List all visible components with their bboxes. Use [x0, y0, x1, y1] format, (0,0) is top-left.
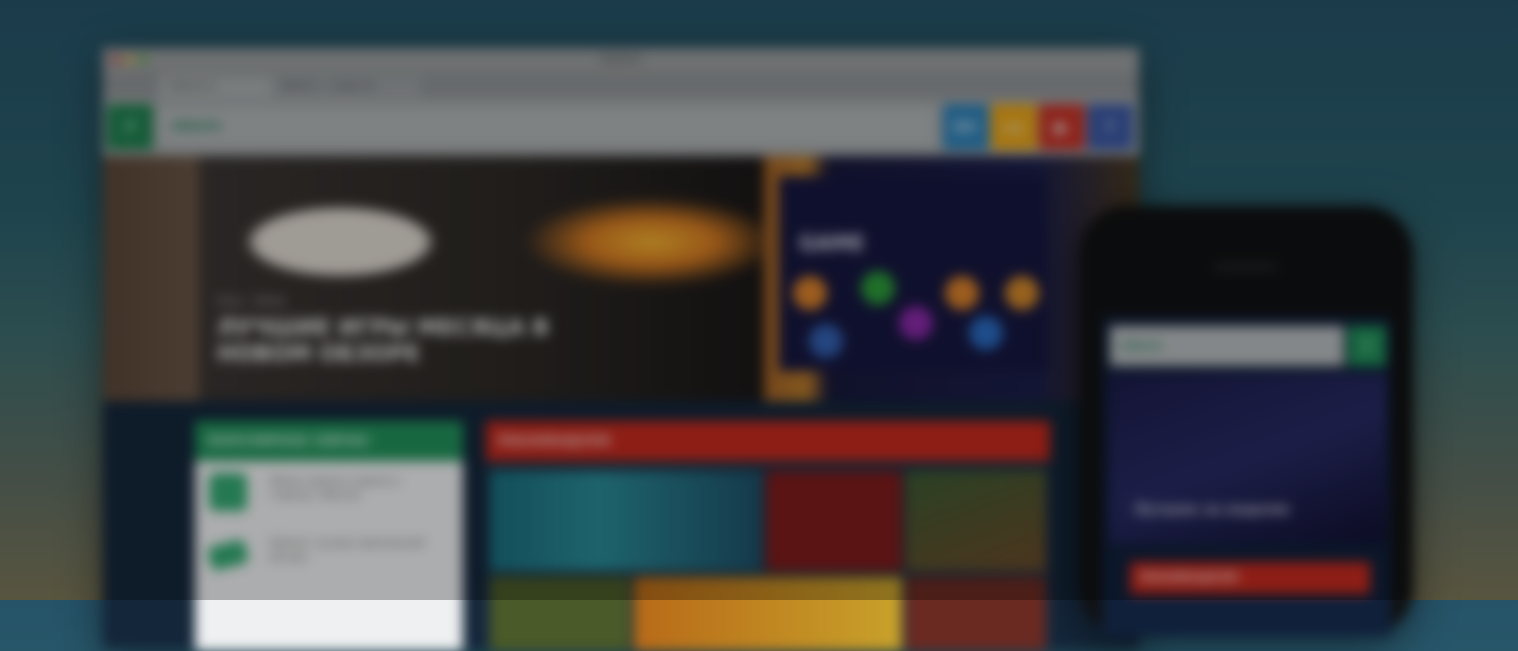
hero-banner: Игры · Обзор Лучшие игры месяца в новом …: [103, 156, 1139, 401]
window-title: SIBERIO: [598, 53, 644, 66]
youtube-icon: ▶: [1055, 116, 1069, 138]
lightning-icon: ⚡: [122, 114, 138, 140]
browser-tab-2[interactable]: Siberio — новости: [271, 76, 421, 98]
vk-icon: ВК: [953, 116, 979, 138]
featured-card[interactable]: [490, 577, 630, 651]
phone-screen: siberio ⚡ Лучшее за неделю РЕКОМЕНДУЕМ: [1102, 316, 1391, 636]
featured-card[interactable]: [766, 471, 902, 571]
featured-card[interactable]: [490, 471, 762, 571]
mobile-logo-button[interactable]: ⚡: [1348, 326, 1386, 366]
hero-side-title: GAME: [799, 231, 865, 255]
trending-widget: ПОПУЛЯРНОЕ СЕЙЧАС Обзор новинок недели и…: [195, 421, 463, 651]
tab-bar: siberio.ru Siberio — новости: [103, 72, 1139, 98]
article-thumbnail: [206, 538, 250, 572]
trending-header: ПОПУЛЯРНОЕ СЕЙЧАС: [195, 421, 463, 461]
search-brand-text: siberio: [171, 119, 222, 134]
site-logo-button[interactable]: ⚡: [107, 104, 153, 150]
facebook-button[interactable]: f: [1087, 104, 1133, 150]
hero-main-story[interactable]: Игры · Обзор Лучшие игры месяца в новом …: [199, 156, 764, 401]
window-titlebar: SIBERIO: [103, 48, 1139, 72]
mobile-featured-header: РЕКОМЕНДУЕМ: [1130, 562, 1370, 594]
marketing-scene: SIBERIO siberio.ru Siberio — новости ⚡ s…: [0, 0, 1518, 651]
odnoklassniki-icon: ок: [1003, 116, 1025, 138]
vk-button[interactable]: ВК: [943, 104, 989, 150]
site-search-input[interactable]: siberio: [159, 108, 935, 146]
hero-kicker: Игры · Обзор: [217, 296, 286, 307]
article-thumbnail: [209, 473, 247, 511]
list-item-title: Рейтинг лучших приложений месяца: [269, 538, 425, 563]
list-item[interactable]: Обзор новинок недели и главные события: [195, 461, 463, 523]
desktop-browser-mockup: SIBERIO siberio.ru Siberio — новости ⚡ s…: [103, 48, 1139, 651]
youtube-button[interactable]: ▶: [1039, 104, 1085, 150]
featured-card[interactable]: [906, 577, 1046, 651]
featured-card[interactable]: [634, 577, 902, 651]
mobile-hero-story[interactable]: Лучшее за неделю: [1110, 374, 1386, 544]
phone-mockup: siberio ⚡ Лучшее за неделю РЕКОМЕНДУЕМ: [1080, 206, 1413, 636]
mobile-search-input[interactable]: siberio: [1110, 326, 1344, 366]
ok-button[interactable]: ок: [991, 104, 1037, 150]
hero-headline: Лучшие игры месяца в новом обзоре: [217, 316, 550, 367]
lightning-icon: ⚡: [1360, 335, 1374, 357]
list-item-title: Обзор новинок недели и главные события: [269, 476, 400, 501]
mobile-search-brand: siberio: [1120, 339, 1163, 352]
featured-header: РЕКОМЕНДУЕМ: [486, 421, 1050, 461]
site-header: ⚡ siberio ВК ок ▶ f: [103, 98, 1139, 156]
phone-speaker: [1214, 264, 1278, 270]
featured-widget: РЕКОМЕНДУЕМ: [486, 421, 1050, 651]
facebook-icon: f: [1106, 116, 1114, 138]
mobile-hero-title: Лучшее за неделю: [1134, 502, 1290, 518]
list-item[interactable]: Рейтинг лучших приложений месяца: [195, 523, 463, 585]
content-area: ПОПУЛЯРНОЕ СЕЙЧАС Обзор новинок недели и…: [103, 401, 1139, 651]
featured-card[interactable]: [906, 471, 1046, 571]
hero-side-story[interactable]: GAME: [779, 176, 1047, 371]
